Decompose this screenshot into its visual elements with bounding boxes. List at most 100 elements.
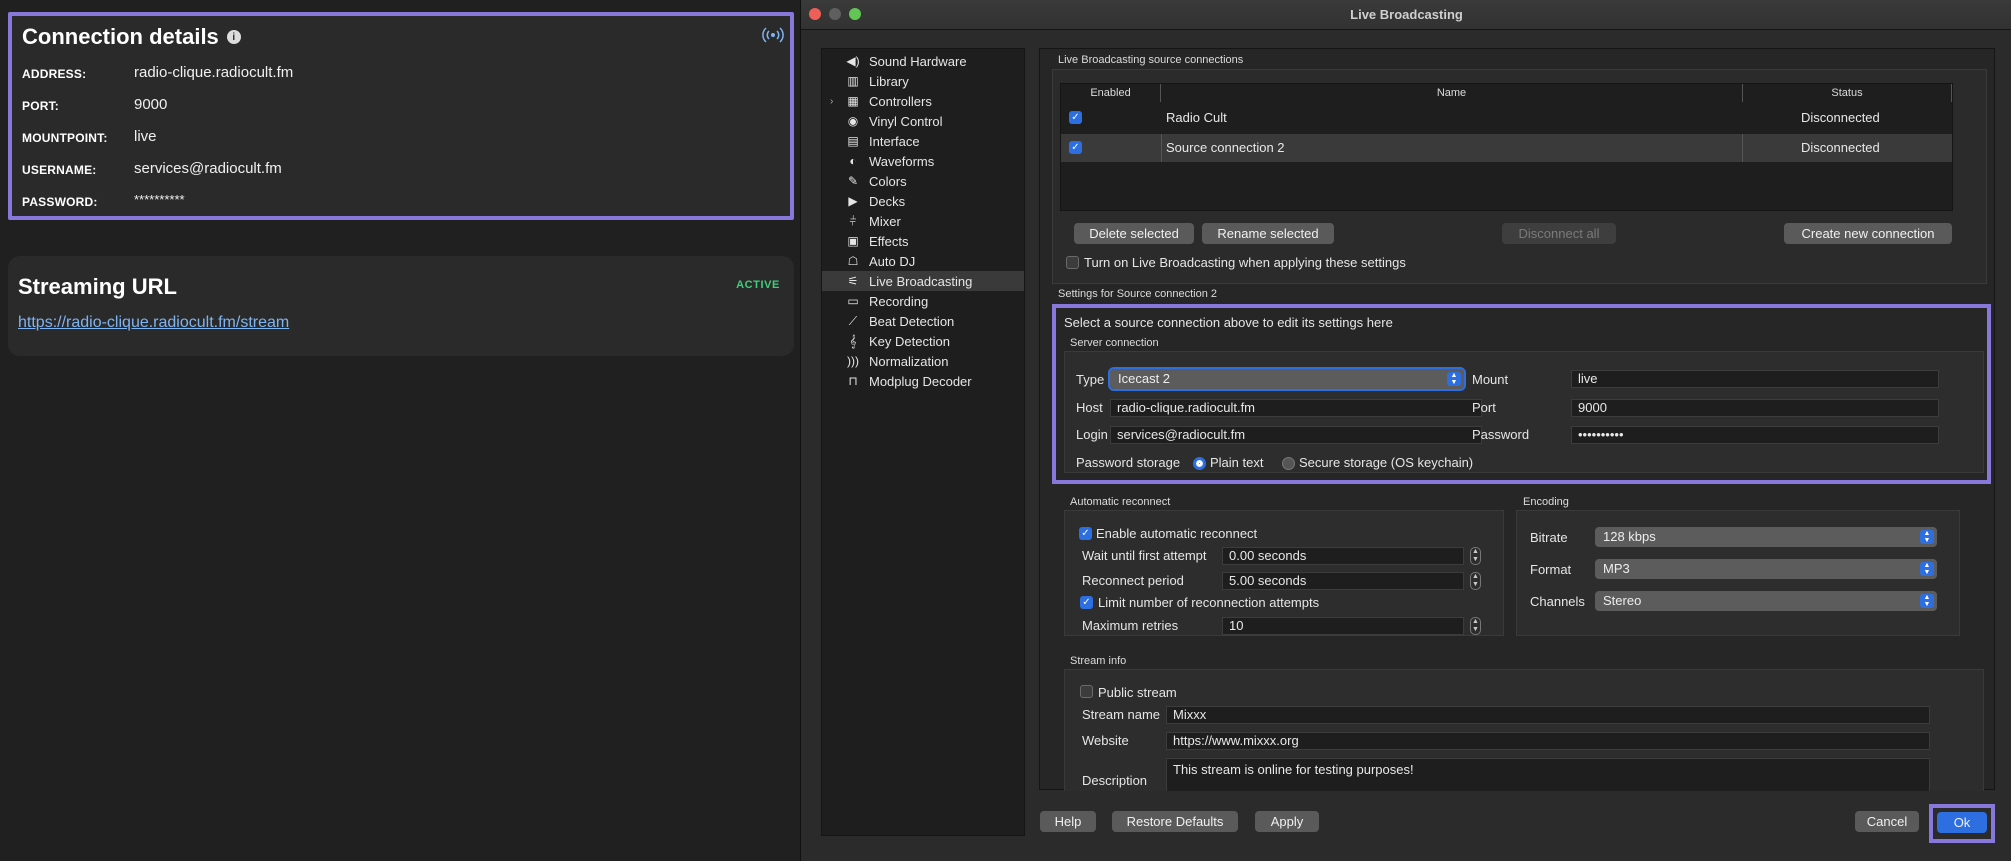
play-icon: ▶ <box>848 194 858 208</box>
live-broadcasting-dialog: Live Broadcasting ◀) Sound Hardware ▥ Libr… <box>800 0 2011 861</box>
mountpoint-label: MOUNTPOINT: <box>22 131 108 145</box>
disconnect-all-button[interactable]: Disconnect all <box>1502 223 1616 244</box>
ok-button[interactable]: Ok <box>1937 812 1987 833</box>
sidebar-item-decks[interactable]: ▶ Decks <box>822 191 1024 211</box>
sidebar-item-beat-detection[interactable]: ⟋ Beat Detection <box>822 311 1024 331</box>
host-label: Host <box>1076 400 1103 415</box>
sidebar-item-waveforms[interactable]: ◐ Waveforms <box>822 151 1024 171</box>
library-icon: ▥ <box>847 74 859 88</box>
stream-name-field[interactable]: Mixxx <box>1166 706 1930 724</box>
sidebar-item-recording[interactable]: ▭ Recording <box>822 291 1024 311</box>
mount-field[interactable]: live <box>1571 370 1939 388</box>
sidebar-item-normalization[interactable]: ))) Normalization <box>822 351 1024 371</box>
password-value[interactable]: ********** <box>134 192 185 207</box>
column-header-name[interactable]: Name <box>1161 84 1743 102</box>
settings-pane: Live Broadcasting source connections Ena… <box>1039 48 1995 791</box>
row-enabled-checkbox[interactable]: ✓ <box>1069 111 1082 124</box>
sidebar-item-live-broadcasting[interactable]: ⚟ Live Broadcasting <box>822 271 1024 291</box>
public-stream-checkbox[interactable] <box>1080 685 1093 698</box>
apply-button[interactable]: Apply <box>1255 811 1319 832</box>
rename-selected-button[interactable]: Rename selected <box>1202 223 1334 244</box>
key-icon: 𝄞 <box>849 334 857 348</box>
sources-group-title: Live Broadcasting source connections <box>1058 54 1244 66</box>
port-label: PORT: <box>22 99 59 113</box>
port-value[interactable]: 9000 <box>134 96 167 113</box>
login-field[interactable]: services@radiocult.fm <box>1110 426 1482 444</box>
sidebar-item-auto-dj[interactable]: ☖ Auto DJ <box>822 251 1024 271</box>
mixer-icon: ⫩ <box>849 214 857 228</box>
sidebar-item-colors[interactable]: ✎ Colors <box>822 171 1024 191</box>
column-header-status[interactable]: Status <box>1743 84 1952 102</box>
column-header-enabled[interactable]: Enabled <box>1061 84 1161 102</box>
sidebar-item-vinyl-control[interactable]: ◉ Vinyl Control <box>822 111 1024 131</box>
table-row[interactable]: ✓ Radio Cult Disconnected <box>1061 104 1952 132</box>
retries-stepper[interactable]: ▲ ▼ <box>1470 617 1481 635</box>
host-field[interactable]: radio-clique.radiocult.fm <box>1110 399 1482 417</box>
robot-icon: ☖ <box>847 254 859 268</box>
sidebar-item-mixer[interactable]: ⫩ Mixer <box>822 211 1024 231</box>
wait-stepper[interactable]: ▲ ▼ <box>1470 547 1481 565</box>
row-enabled-checkbox[interactable]: ✓ <box>1069 141 1082 154</box>
mount-label: Mount <box>1472 372 1509 387</box>
channels-label: Channels <box>1530 594 1585 609</box>
select-arrows-icon: ▲ ▼ <box>1920 530 1934 544</box>
public-stream-label: Public stream <box>1098 685 1177 700</box>
help-button[interactable]: Help <box>1040 811 1096 832</box>
create-new-connection-button[interactable]: Create new connection <box>1784 223 1952 244</box>
channels-select[interactable]: Stereo ▲ ▼ <box>1595 591 1937 611</box>
info-icon[interactable]: i <box>226 30 241 44</box>
sidebar-item-controllers[interactable]: › ▦ Controllers <box>822 91 1024 111</box>
secure-storage-radio[interactable] <box>1282 457 1295 470</box>
bitrate-select[interactable]: 128 kbps ▲ ▼ <box>1595 527 1937 547</box>
password-field[interactable]: •••••••••• <box>1571 426 1939 444</box>
sidebar-item-key-detection[interactable]: 𝄞 Key Detection <box>822 331 1024 351</box>
enable-reconnect-checkbox[interactable]: ✓ <box>1079 527 1092 540</box>
stream-url-link[interactable]: https://radio-clique.radiocult.fm/stream <box>18 314 289 332</box>
type-select[interactable]: Icecast 2 ▲ ▼ <box>1108 367 1466 391</box>
settings-group-title: Settings for Source connection 2 <box>1058 288 1217 300</box>
automatic-reconnect-title: Automatic reconnect <box>1070 496 1171 508</box>
description-field[interactable]: This stream is online for testing purpos… <box>1166 758 1930 791</box>
retries-field[interactable]: 10 <box>1222 617 1464 635</box>
turn-on-label: Turn on Live Broadcasting when applying … <box>1084 255 1406 270</box>
restore-defaults-button[interactable]: Restore Defaults <box>1112 811 1238 832</box>
description-label: Description <box>1082 773 1148 788</box>
cancel-button[interactable]: Cancel <box>1855 811 1919 832</box>
beat-icon: ⟋ <box>848 314 858 328</box>
username-value[interactable]: services@radiocult.fm <box>134 160 282 177</box>
stream-info-title: Stream info <box>1070 655 1127 667</box>
limit-attempts-label: Limit number of reconnection attempts <box>1098 595 1320 610</box>
broadcast-icon: ⚟ <box>847 274 859 288</box>
address-value[interactable]: radio-clique.radiocult.fm <box>134 64 293 81</box>
format-label: Format <box>1530 562 1572 577</box>
speaker-icon: ◀) <box>846 54 860 68</box>
chevron-right-icon[interactable]: › <box>830 96 833 107</box>
sidebar-item-effects[interactable]: ▣ Effects <box>822 231 1024 251</box>
port-field[interactable]: 9000 <box>1571 399 1939 417</box>
streaming-url-card: Streaming URL ACTIVE https://radio-cliqu… <box>8 256 794 356</box>
plain-text-label: Plain text <box>1210 455 1264 470</box>
server-connection-title: Server connection <box>1070 337 1159 349</box>
turn-on-checkbox[interactable] <box>1066 256 1079 269</box>
colors-icon: ✎ <box>847 174 859 188</box>
plain-text-radio[interactable] <box>1193 457 1206 470</box>
sidebar-item-modplug-decoder[interactable]: ⊓ Modplug Decoder <box>822 371 1024 391</box>
sidebar-item-interface[interactable]: ▤ Interface <box>822 131 1024 151</box>
broadcast-signal-icon <box>762 27 784 43</box>
limit-attempts-checkbox[interactable]: ✓ <box>1080 596 1093 609</box>
wait-field[interactable]: 0.00 seconds <box>1222 547 1464 565</box>
period-stepper[interactable]: ▲ ▼ <box>1470 572 1481 590</box>
delete-selected-button[interactable]: Delete selected <box>1074 223 1194 244</box>
enable-reconnect-label: Enable automatic reconnect <box>1096 526 1258 541</box>
sidebar-item-library[interactable]: ▥ Library <box>822 71 1024 91</box>
period-field[interactable]: 5.00 seconds <box>1222 572 1464 590</box>
type-label: Type <box>1076 372 1105 387</box>
website-field[interactable]: https://www.mixxx.org <box>1166 732 1930 750</box>
format-select[interactable]: MP3 ▲ ▼ <box>1595 559 1937 579</box>
row-name: Radio Cult <box>1166 110 1227 125</box>
select-arrows-icon: ▲ ▼ <box>1920 594 1934 608</box>
table-row[interactable]: ✓ Source connection 2 Disconnected <box>1061 134 1952 162</box>
mountpoint-value[interactable]: live <box>134 128 157 145</box>
sidebar-item-sound-hardware[interactable]: ◀) Sound Hardware <box>822 51 1024 71</box>
row-name: Source connection 2 <box>1166 140 1285 155</box>
